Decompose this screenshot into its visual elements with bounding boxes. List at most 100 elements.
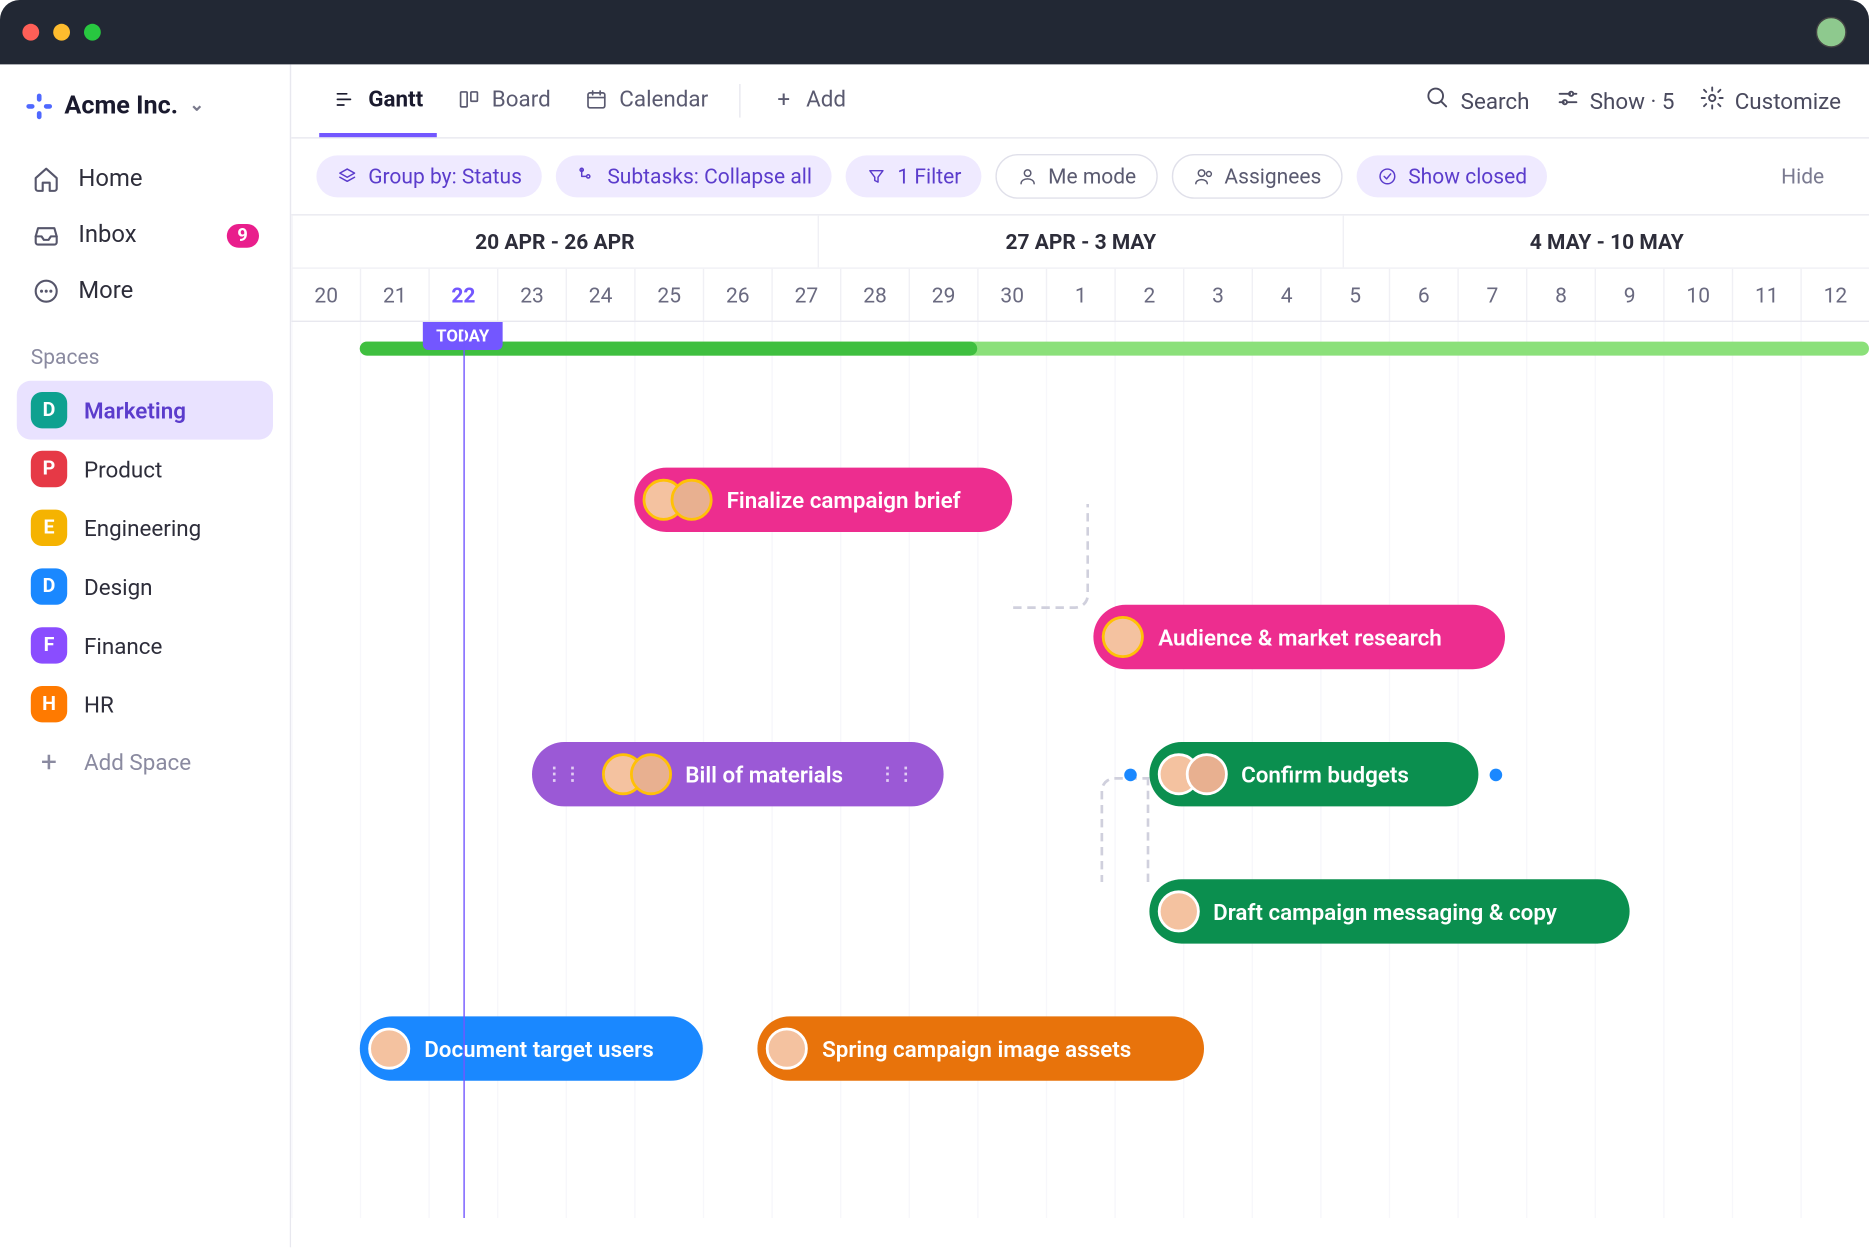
day-cell[interactable]: 20 — [291, 269, 360, 321]
day-cell[interactable]: 22 — [428, 269, 497, 321]
gantt-task-bar[interactable]: Spring campaign image assets — [758, 1016, 1204, 1080]
tab-calendar[interactable]: Calendar — [570, 64, 722, 137]
close-window-button[interactable] — [22, 24, 39, 41]
filter-me-mode[interactable]: Me mode — [995, 154, 1157, 199]
filter-hide-button[interactable]: Hide — [1762, 155, 1844, 197]
sidebar-space-item[interactable]: DDesign — [17, 557, 273, 616]
search-button[interactable]: Search — [1426, 85, 1530, 116]
day-cell[interactable]: 28 — [840, 269, 909, 321]
filter-assignees[interactable]: Assignees — [1171, 154, 1342, 199]
filter-label: Me mode — [1048, 164, 1136, 189]
nav-label: More — [78, 277, 133, 305]
sidebar-space-item[interactable]: PProduct — [17, 440, 273, 499]
gantt-task-bar[interactable]: ⋮⋮ Bill of materials ⋮⋮ — [531, 742, 943, 806]
day-cell[interactable]: 9 — [1595, 269, 1664, 321]
sidebar: Acme Inc. ⌄ Home Inbox 9 More Spaces DMa… — [0, 64, 291, 1247]
dependency-line — [1101, 777, 1150, 882]
nav-more[interactable]: More — [17, 263, 273, 319]
day-cell[interactable]: 2 — [1114, 269, 1183, 321]
milestone-dot[interactable] — [1489, 769, 1502, 782]
tab-gantt[interactable]: Gantt — [319, 64, 437, 137]
add-space-label: Add Space — [84, 748, 191, 775]
dependency-line — [1012, 504, 1089, 609]
grid-column — [360, 322, 429, 1218]
milestone-dot[interactable] — [1124, 769, 1137, 782]
filter-icon — [865, 165, 887, 187]
sidebar-space-item[interactable]: EEngineering — [17, 498, 273, 557]
day-cell[interactable]: 5 — [1320, 269, 1389, 321]
workspace-name: Acme Inc. — [64, 91, 178, 120]
nav-inbox[interactable]: Inbox 9 — [17, 207, 273, 263]
add-space-button[interactable]: + Add Space — [17, 734, 273, 790]
assignee-avatar — [368, 1028, 410, 1070]
app-logo-icon — [25, 92, 53, 120]
calendar-icon — [584, 86, 609, 111]
gear-icon — [1700, 85, 1725, 116]
assignee-avatar — [766, 1028, 808, 1070]
inbox-icon — [31, 220, 62, 251]
day-cell[interactable]: 1 — [1046, 269, 1115, 321]
day-cell[interactable]: 23 — [497, 269, 566, 321]
space-icon: D — [31, 392, 67, 428]
day-cell[interactable]: 25 — [634, 269, 703, 321]
grid-columns — [291, 322, 1869, 1218]
space-label: Product — [84, 456, 162, 483]
day-cell[interactable]: 26 — [703, 269, 772, 321]
gantt-task-bar[interactable]: Document target users — [360, 1016, 703, 1080]
day-cell[interactable]: 11 — [1732, 269, 1801, 321]
nav-label: Inbox — [78, 221, 136, 249]
assignee-avatar — [629, 753, 671, 795]
day-cell[interactable]: 27 — [771, 269, 840, 321]
day-cell[interactable]: 4 — [1252, 269, 1321, 321]
customize-button[interactable]: Customize — [1700, 85, 1841, 116]
day-cell[interactable]: 7 — [1457, 269, 1526, 321]
minimize-window-button[interactable] — [53, 24, 70, 41]
gantt-task-bar[interactable]: Draft campaign messaging & copy — [1149, 879, 1629, 943]
current-user-avatar[interactable] — [1816, 17, 1847, 48]
gantt-timeline[interactable]: 20 APR - 26 APR27 APR - 3 MAY4 MAY - 10 … — [291, 216, 1869, 1248]
day-cell[interactable]: 29 — [909, 269, 978, 321]
workspace-switcher[interactable]: Acme Inc. ⌄ — [17, 85, 273, 126]
filter-label: Group by: Status — [368, 164, 522, 189]
sliders-icon — [1555, 85, 1580, 116]
space-label: HR — [84, 691, 114, 718]
gantt-grid[interactable]: TODAYFinalize campaign briefAudience & m… — [291, 322, 1869, 1218]
home-icon — [31, 164, 62, 195]
chevron-down-icon: ⌄ — [189, 95, 204, 116]
drag-grip-icon[interactable]: ⋮⋮ — [873, 764, 921, 785]
space-icon: H — [31, 686, 67, 722]
day-cell[interactable]: 21 — [360, 269, 429, 321]
timeline-week-header: 20 APR - 26 APR27 APR - 3 MAY4 MAY - 10 … — [291, 216, 1869, 269]
drag-grip-icon[interactable]: ⋮⋮ — [540, 764, 588, 785]
sidebar-space-item[interactable]: FFinance — [17, 616, 273, 675]
sidebar-space-item[interactable]: DMarketing — [17, 381, 273, 440]
day-cell[interactable]: 12 — [1800, 269, 1869, 321]
task-label: Bill of materials — [685, 761, 843, 788]
maximize-window-button[interactable] — [84, 24, 101, 41]
filter-filters[interactable]: 1 Filter — [846, 155, 981, 197]
task-label: Audience & market research — [1158, 624, 1442, 651]
filter-group-by[interactable]: Group by: Status — [316, 155, 541, 197]
day-cell[interactable]: 24 — [566, 269, 635, 321]
gantt-task-bar[interactable]: Finalize campaign brief — [634, 468, 1011, 532]
grid-column — [1526, 322, 1595, 1218]
gantt-task-bar[interactable]: Confirm budgets — [1149, 742, 1478, 806]
day-cell[interactable]: 6 — [1389, 269, 1458, 321]
day-cell[interactable]: 3 — [1183, 269, 1252, 321]
window-controls[interactable] — [22, 24, 100, 41]
filter-subtasks[interactable]: Subtasks: Collapse all — [556, 155, 832, 197]
day-cell[interactable]: 10 — [1663, 269, 1732, 321]
filter-label: Assignees — [1224, 164, 1321, 189]
filter-show-closed[interactable]: Show closed — [1356, 155, 1546, 197]
sidebar-space-item[interactable]: H HR — [17, 675, 273, 734]
gantt-task-bar[interactable]: Audience & market research — [1094, 605, 1506, 669]
gantt-icon — [333, 86, 358, 111]
tab-board[interactable]: Board — [443, 64, 565, 137]
assignee-avatar — [1185, 753, 1227, 795]
tab-add-view[interactable]: + Add — [757, 64, 860, 137]
nav-home[interactable]: Home — [17, 151, 273, 207]
day-cell[interactable]: 30 — [977, 269, 1046, 321]
show-button[interactable]: Show · 5 — [1555, 85, 1675, 116]
grid-column — [1800, 322, 1869, 1218]
day-cell[interactable]: 8 — [1526, 269, 1595, 321]
